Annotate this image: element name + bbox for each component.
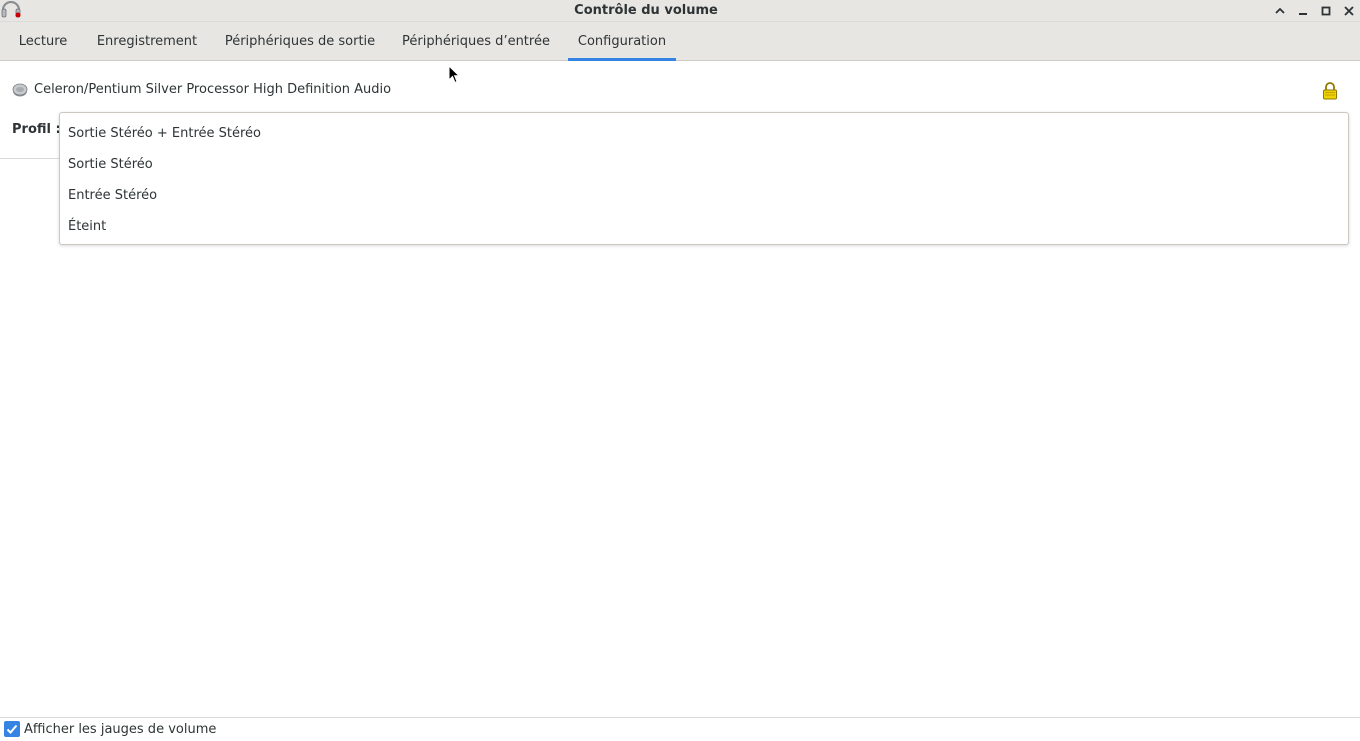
- close-icon[interactable]: [1341, 3, 1357, 19]
- divider: [0, 158, 60, 159]
- profile-dropdown-list: Sortie Stéréo + Entrée Stéréo Sortie Sté…: [59, 112, 1349, 245]
- show-meters-checkbox[interactable]: [4, 721, 20, 737]
- audio-card-name: Celeron/Pentium Silver Processor High De…: [34, 82, 392, 97]
- tab-output-devices[interactable]: Périphériques de sortie: [215, 22, 385, 61]
- tab-enregistrement[interactable]: Enregistrement: [87, 22, 207, 61]
- tab-configuration[interactable]: Configuration: [568, 22, 676, 61]
- mouse-pointer-icon: [448, 64, 461, 85]
- audio-card-row: Celeron/Pentium Silver Processor High De…: [0, 80, 1360, 102]
- profile-label: Profil :: [12, 122, 61, 137]
- audio-card-icon: [12, 82, 28, 98]
- title-bar: Contrôle du volume: [0, 0, 1360, 22]
- profile-option-stereo-output-input[interactable]: Sortie Stéréo + Entrée Stéréo: [60, 118, 1348, 149]
- profile-option-stereo-input[interactable]: Entrée Stéréo: [60, 180, 1348, 211]
- tab-lecture[interactable]: Lecture: [8, 22, 78, 61]
- tab-input-devices[interactable]: Périphériques d’entrée: [393, 22, 559, 61]
- tab-bar: Lecture Enregistrement Périphériques de …: [0, 22, 1360, 61]
- maximize-icon[interactable]: [1318, 3, 1334, 19]
- profile-option-stereo-output[interactable]: Sortie Stéréo: [60, 149, 1348, 180]
- minimize-icon[interactable]: [1295, 3, 1311, 19]
- lock-icon[interactable]: [1321, 81, 1339, 101]
- chevron-up-icon[interactable]: [1272, 3, 1288, 19]
- profile-option-off[interactable]: Éteint: [60, 211, 1348, 242]
- footer-divider: [0, 717, 1360, 718]
- window-title: Contrôle du volume: [574, 3, 718, 18]
- show-meters-label: Afficher les jauges de volume: [24, 722, 217, 737]
